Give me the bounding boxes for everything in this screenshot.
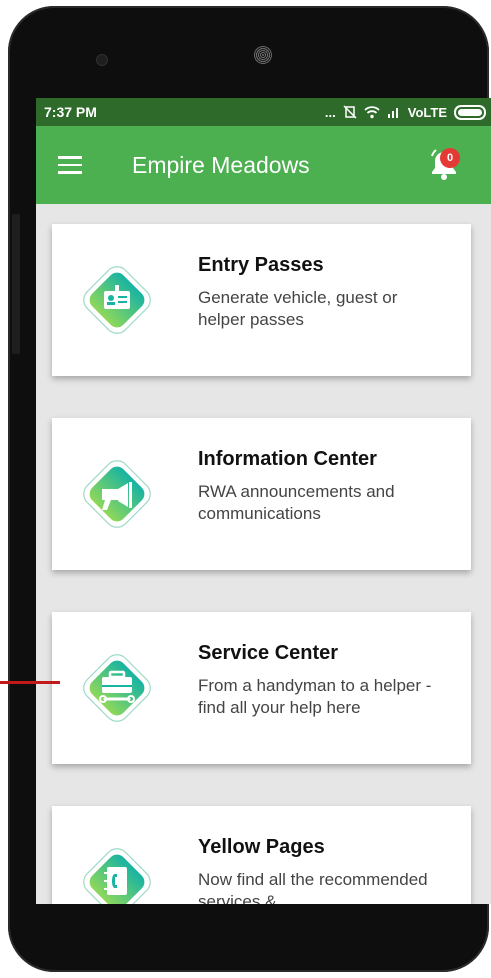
card-entry-passes[interactable]: Entry Passes Generate vehicle, guest or … [52,224,471,376]
card-description: RWA announcements and communications [198,481,395,523]
battery-icon [454,104,486,120]
front-camera [96,54,108,66]
more-dots: ... [324,104,336,120]
status-time: 7:37 PM [44,104,97,120]
card-yellow-pages[interactable]: Yellow Pages Now find all the recommende… [52,806,471,904]
side-button [12,214,20,354]
vibrate-off-icon [343,105,357,119]
status-bar: 7:37 PM ... VoLTE [36,98,491,126]
megaphone-icon [72,449,162,539]
wifi-icon [364,106,380,119]
app-bar: Empire Meadows 0 [36,126,491,204]
card-description: Now find all the recommended services & [198,869,428,905]
card-service-center[interactable]: Service Center From a handyman to a help… [52,612,471,764]
status-icons: ... VoLTE [324,104,486,120]
card-information-center[interactable]: Information Center RWA announcements and… [52,418,471,570]
card-title: Entry Passes [198,253,324,276]
earpiece-speaker [254,46,272,64]
card-title: Yellow Pages [198,835,325,858]
card-title: Service Center [198,641,339,664]
card-description: Generate vehicle, guest or helper passes [198,287,398,329]
card-description: From a handyman to a helper - find all y… [198,675,432,717]
network-label: VoLTE [407,104,447,120]
hamburger-menu-icon[interactable] [58,156,82,174]
id-card-icon [72,255,162,345]
toolbox-icon [72,643,162,733]
signal-icon [387,108,398,118]
screen: 7:37 PM ... VoLTE Empire Meadows 0 Entry… [36,98,491,904]
phone-frame: 7:37 PM ... VoLTE Empire Meadows 0 Entry… [8,6,491,972]
card-title: Information Center [198,447,377,470]
phonebook-icon [72,837,162,904]
pointer-line [0,681,60,684]
notification-badge: 0 [440,148,460,168]
notification-button[interactable]: 0 [424,144,464,184]
app-title: Empire Meadows [132,151,310,178]
